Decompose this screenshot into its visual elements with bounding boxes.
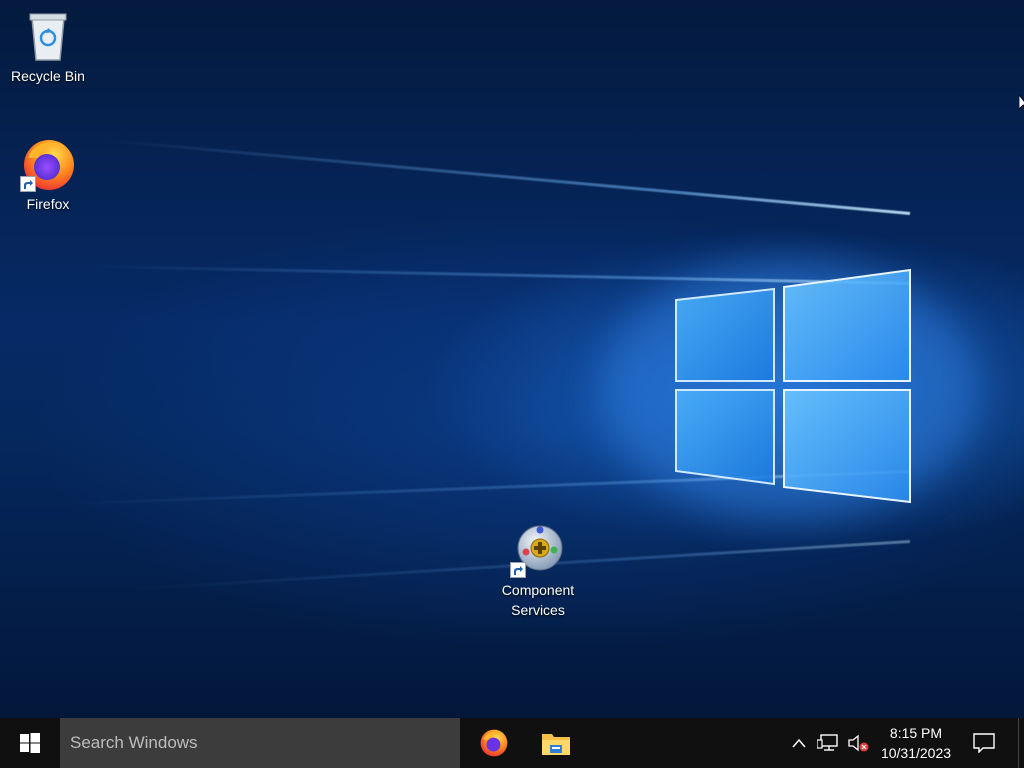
taskbar: Search Windows 8:15 PM 10/31/2023 xyxy=(0,718,1024,768)
start-button[interactable] xyxy=(0,718,60,768)
firefox-icon xyxy=(20,136,76,192)
desktop-wallpaper[interactable]: Recycle Bin Firefox Component Services xyxy=(0,0,1024,718)
taskbar-clock[interactable]: 8:15 PM 10/31/2023 xyxy=(872,718,960,768)
file-explorer-icon xyxy=(542,734,570,755)
firefox-label: Firefox xyxy=(26,196,70,212)
shortcut-arrow-icon xyxy=(20,176,36,192)
chevron-up-icon xyxy=(792,738,806,748)
mouse-cursor-icon xyxy=(1018,93,1024,116)
tray-volume-button[interactable] xyxy=(844,718,872,768)
desktop-icon-component-services[interactable]: Component Services xyxy=(490,522,586,620)
recycle-bin-icon xyxy=(20,8,76,64)
recycle-bin-label: Recycle Bin xyxy=(11,68,85,84)
clock-time: 8:15 PM xyxy=(889,725,943,741)
tray-network-button[interactable] xyxy=(814,718,842,768)
volume-muted-icon xyxy=(848,734,869,752)
desktop-icon-recycle-bin[interactable]: Recycle Bin xyxy=(0,8,96,86)
action-center-button[interactable] xyxy=(966,718,1002,768)
taskbar-file-explorer-button[interactable] xyxy=(526,718,586,768)
search-input[interactable]: Search Windows xyxy=(60,718,460,768)
show-desktop-button[interactable] xyxy=(1018,718,1024,768)
clock-date: 10/31/2023 xyxy=(880,745,952,761)
notification-icon xyxy=(973,733,995,753)
firefox-icon xyxy=(480,729,508,757)
network-icon xyxy=(817,734,838,751)
component-services-icon xyxy=(510,522,566,578)
desktop-icon-firefox[interactable]: Firefox xyxy=(0,136,96,214)
search-placeholder: Search Windows xyxy=(70,733,198,752)
shortcut-arrow-icon xyxy=(510,562,526,578)
tray-overflow-button[interactable] xyxy=(786,718,812,768)
taskbar-firefox-button[interactable] xyxy=(464,718,524,768)
component-services-label-line2: Services xyxy=(511,602,565,618)
windows-start-icon xyxy=(20,733,40,753)
component-services-label-line1: Component xyxy=(501,582,575,598)
